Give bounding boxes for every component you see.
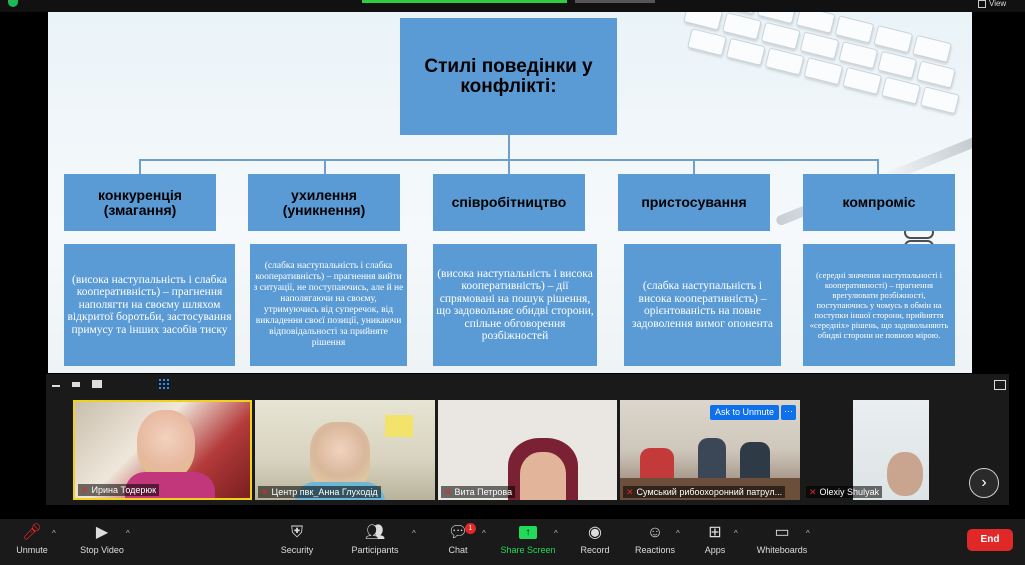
apps-icon: ⊞ xyxy=(708,524,722,541)
chat-options-chevron-icon[interactable]: ^ xyxy=(482,529,486,538)
mic-muted-icon: ✕ xyxy=(261,487,269,497)
connector-branch xyxy=(139,159,141,174)
view-menu[interactable]: View xyxy=(978,0,1006,8)
mic-muted-icon: ✕ xyxy=(81,485,89,495)
participant-name: ✕ Olexiy Shulyak xyxy=(806,486,883,498)
participant-name: ✕ Вита Петрова xyxy=(441,486,516,498)
sharing-options-bar[interactable] xyxy=(575,0,655,3)
description-avoidance: (слабка наступальність і слабка кооперат… xyxy=(250,244,407,366)
description-accommodation: (слабка наступальність і висока кооперат… xyxy=(624,244,781,366)
shared-slide: Стилі поведінки у конфлікті: конкуренція… xyxy=(48,12,972,373)
whiteboards-button[interactable]: ▭ Whiteboards xyxy=(747,519,817,565)
speaker-view-icon[interactable] xyxy=(92,380,102,388)
mic-muted-icon: 🎤︎ xyxy=(21,524,43,541)
mic-muted-icon: ✕ xyxy=(444,487,452,497)
next-page-chevron-icon[interactable]: › xyxy=(969,468,999,498)
connector-branch xyxy=(877,159,879,174)
participant-tile[interactable]: Ask to Unmute ··· ✕ Сумський рибоохоронни… xyxy=(620,400,800,500)
security-button[interactable]: ⛨ Security xyxy=(262,519,332,565)
participant-video xyxy=(137,410,195,480)
chat-unread-badge: 1 xyxy=(465,523,476,534)
description-collaboration: (висока наступальність і висока кооперат… xyxy=(433,244,597,366)
slide-title: Стилі поведінки у конфлікті: xyxy=(400,18,617,135)
participant-video xyxy=(520,452,566,500)
participant-tile[interactable]: ✕ Ирина Тодерюк xyxy=(73,400,252,500)
gallery-view-icon[interactable] xyxy=(159,379,169,389)
whiteboards-options-chevron-icon[interactable]: ^ xyxy=(806,529,810,538)
connector-vertical xyxy=(508,135,510,160)
share-options-chevron-icon[interactable]: ^ xyxy=(554,529,558,538)
expand-icon[interactable] xyxy=(994,380,1006,390)
apps-button[interactable]: ⊞ Apps xyxy=(680,519,750,565)
apps-options-chevron-icon[interactable]: ^ xyxy=(734,529,738,538)
share-screen-button[interactable]: ↑ Share Screen xyxy=(493,519,563,565)
category-accommodation: пристосування xyxy=(618,174,770,231)
connector-branch xyxy=(508,159,510,174)
category-collaboration: співробітництво xyxy=(433,174,585,231)
participant-tile[interactable]: ✕ Вита Петрова xyxy=(438,400,617,500)
meeting-toolbar: 🎤︎ Unmute ^ ▶︎ Stop Video ^ ⛨ Security 👥… xyxy=(0,519,1025,565)
sharing-indicator-bar xyxy=(362,0,567,3)
connector-branch xyxy=(693,159,695,174)
security-shield-icon xyxy=(8,0,18,7)
participant-tile[interactable]: ✕ Центр пвк_Анна Глуходід xyxy=(255,400,435,500)
ask-to-unmute-button[interactable]: Ask to Unmute xyxy=(710,405,780,420)
video-options-chevron-icon[interactable]: ^ xyxy=(126,529,130,538)
participant-name: ✕ Ирина Тодерюк xyxy=(78,484,160,496)
minimize-icon[interactable] xyxy=(52,385,60,387)
participants-icon: 👥︎ xyxy=(364,524,386,541)
shield-icon: ⛨ xyxy=(290,524,303,541)
top-bar: View xyxy=(0,0,1025,12)
participant-name: ✕ Центр пвк_Анна Глуходід xyxy=(258,486,381,498)
participant-name: ✕ Сумський рибоохоронний патрул... xyxy=(623,486,786,498)
mic-muted-icon: ✕ xyxy=(809,487,817,497)
participant-face xyxy=(887,452,923,496)
view-icon xyxy=(978,0,986,8)
more-options-button[interactable]: ··· xyxy=(781,405,796,420)
description-compromise: (середні значення наступальності і коопе… xyxy=(803,244,955,366)
video-strip-header xyxy=(46,374,1009,396)
category-avoidance: ухилення (уникнення) xyxy=(248,174,400,231)
audio-options-chevron-icon[interactable]: ^ xyxy=(52,529,56,538)
participant-tile[interactable]: ✕ Olexiy Shulyak xyxy=(803,400,929,500)
stop-video-button[interactable]: ▶︎ Stop Video xyxy=(67,519,137,565)
description-competition: (висока наступальність і слабка кооперат… xyxy=(64,244,235,366)
share-screen-icon: ↑ xyxy=(519,526,537,539)
unmute-button[interactable]: 🎤︎ Unmute xyxy=(0,519,67,565)
end-meeting-button[interactable]: End xyxy=(967,529,1013,551)
category-compromise: компроміс xyxy=(803,174,955,231)
video-strip: ✕ Ирина Тодерюк ✕ Центр пвк_Анна Глуходід … xyxy=(46,396,1009,505)
hide-video-icon[interactable] xyxy=(72,382,80,387)
participants-options-chevron-icon[interactable]: ^ xyxy=(412,529,416,538)
chat-button[interactable]: 💬︎ 1 Chat xyxy=(423,519,493,565)
connector-branch xyxy=(324,159,326,174)
keyboard-decoration xyxy=(650,12,972,155)
category-competition: конкуренція (змагання) xyxy=(64,174,216,231)
mic-muted-icon: ✕ xyxy=(626,487,634,497)
wall-poster-decoration xyxy=(385,415,413,437)
participants-button[interactable]: 👥︎ Participants xyxy=(340,519,410,565)
